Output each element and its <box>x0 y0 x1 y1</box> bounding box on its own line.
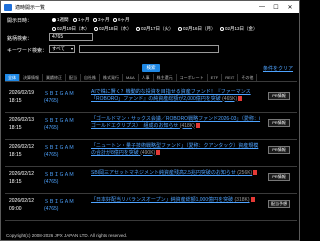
list-item: 2026/02/12 09:00 ＳＢＩＧＡＭ (4765) 「日本好配当リバラ… <box>5 196 297 218</box>
maximize-button[interactable]: ☐ <box>269 1 283 13</box>
radio-icon <box>178 26 182 31</box>
company-link[interactable]: ＳＢＩＧＡＭ <box>44 198 74 205</box>
pdf-icon <box>195 122 200 128</box>
period-option-1w[interactable]: 1週間 <box>52 17 69 23</box>
pr-info-button[interactable]: PR情報 <box>268 119 290 127</box>
company-link[interactable]: ＳＢＩＧＡＭ <box>44 90 74 97</box>
date-option-0217[interactable]: 02月17日（火） <box>136 26 174 32</box>
tab-forecast-revision[interactable]: 業績修正 <box>43 74 66 81</box>
date-option-0218[interactable]: 02月18日（水） <box>94 26 132 32</box>
company-link[interactable]: ＳＢＩＧＡＭ <box>44 117 74 124</box>
item-time: 18:15 <box>9 98 22 104</box>
pdf-icon <box>250 197 255 203</box>
tab-reit[interactable]: REIT <box>222 74 239 81</box>
radio-icon <box>93 17 97 22</box>
item-date: 2026/02/12 <box>9 171 35 177</box>
window-title: 適時開示一覧 <box>15 4 46 11</box>
divider <box>5 220 297 221</box>
code-label: 銘柄検索： <box>7 36 33 42</box>
company-link[interactable]: ＳＢＩＧＡＭ <box>44 171 74 178</box>
divider <box>5 193 297 194</box>
code-link[interactable]: (4765) <box>44 206 58 212</box>
tab-etf[interactable]: ETF <box>208 74 223 81</box>
search-button[interactable]: 検索 <box>142 64 160 72</box>
category-tabs: 全体 決算情報 業績修正 配当 自社株 株式発行 M&A 人事 株主還元 コーポ… <box>5 74 297 82</box>
close-button[interactable]: ✕ <box>283 1 297 13</box>
dividend-forecast-button[interactable]: 配当予想 <box>268 200 290 208</box>
pdf-icon <box>238 95 243 101</box>
code-link[interactable]: (4765) <box>44 98 58 104</box>
pdf-icon <box>253 170 258 176</box>
tab-all[interactable]: 全体 <box>5 74 20 81</box>
tab-dividend[interactable]: 配当 <box>66 74 81 81</box>
company-link[interactable]: ＳＢＩＧＡＭ <box>44 144 74 151</box>
headline-link[interactable]: AIで株に賢く？機動的な投資を目指せる資産ファンド！『ファーマンス「ROBORO… <box>91 89 261 102</box>
minimize-button[interactable]: — <box>255 1 269 13</box>
headline-link[interactable]: 「ゴールドマン・サックス会議／ROBORO戦略ファンド2026-03」（愛称：i… <box>91 116 261 129</box>
list-item: 2026/02/12 18:15 ＳＢＩＧＡＭ (4765) SBI岡三アセット… <box>5 169 297 191</box>
period-option-1m[interactable]: 1ヶ月 <box>73 17 90 23</box>
keyword-scope-select[interactable]: すべて ▾ <box>49 45 75 53</box>
divider <box>5 139 297 140</box>
item-date: 2026/02/13 <box>9 117 35 123</box>
pr-info-button[interactable]: PR情報 <box>268 146 290 154</box>
item-date: 2026/02/19 <box>9 90 35 96</box>
tab-earnings[interactable]: 決算情報 <box>20 74 43 81</box>
headline-link[interactable]: SBI岡三アセットマネジメント純資産残高2.5兆円突破のお知らせ (256K) <box>91 170 261 177</box>
clear-conditions-link[interactable]: 条件をクリア <box>263 65 293 72</box>
code-input[interactable]: 4765 <box>49 33 93 41</box>
item-time: 18:15 <box>9 179 22 185</box>
item-date: 2026/02/12 <box>9 144 35 150</box>
pr-info-button[interactable]: PR情報 <box>268 173 290 181</box>
list-item: 2026/02/12 18:15 ＳＢＩＧＡＭ (4765) 「ニュートン・量子… <box>5 142 297 164</box>
period-option-3m[interactable]: 3ヶ月 <box>93 17 110 23</box>
date-option-0213[interactable]: 02月13日（金） <box>220 26 258 32</box>
divider <box>5 112 297 113</box>
period-label: 開示日時： <box>7 18 33 24</box>
tab-shareholder-return[interactable]: 株主還元 <box>154 74 177 81</box>
list-item: 2026/02/13 18:15 ＳＢＩＧＡＭ (4765) 「ゴールドマン・サ… <box>5 115 297 137</box>
list-item: 2026/02/19 18:15 ＳＢＩＧＡＭ (4765) AIで株に賢く？機… <box>5 88 297 110</box>
headline-link[interactable]: 「ニュートン・量子技術戦略型ファンド」（愛称：クアンタック）資産規模の合計が8億… <box>91 143 261 156</box>
date-option-0216[interactable]: 02月16日（月） <box>178 26 216 32</box>
radio-icon <box>94 26 98 31</box>
app-icon <box>4 3 12 11</box>
chevron-down-icon: ▾ <box>70 46 73 51</box>
tab-stock-issuance[interactable]: 株式発行 <box>100 74 123 81</box>
radio-icon <box>52 26 56 31</box>
tab-buyback[interactable]: 自社株 <box>81 74 100 81</box>
tab-ma[interactable]: M&A <box>123 74 139 81</box>
window-controls: — ☐ ✕ <box>255 1 297 13</box>
radio-icon <box>113 17 117 22</box>
title-bar: 適時開示一覧 — ☐ ✕ <box>1 1 299 13</box>
keyword-input[interactable] <box>79 45 219 53</box>
code-link[interactable]: (4765) <box>44 152 58 158</box>
code-link[interactable]: (4765) <box>44 179 58 185</box>
radio-icon <box>52 17 56 22</box>
tab-personnel[interactable]: 人事 <box>139 74 154 81</box>
pdf-icon <box>156 149 161 155</box>
radio-icon <box>73 17 77 22</box>
item-time: 18:15 <box>9 125 22 131</box>
copyright-footer: Copyright(c) 2008-2026 JPX JAPAN LTD. Al… <box>6 233 128 238</box>
period-option-6m[interactable]: 6ヶ月 <box>113 17 130 23</box>
item-date: 2026/02/12 <box>9 198 35 204</box>
app-window: 適時開示一覧 — ☐ ✕ 開示日時： 1週間 1ヶ月 3ヶ月 6ヶ月 02月19… <box>0 0 300 241</box>
code-link[interactable]: (4765) <box>44 125 58 131</box>
keyword-label: キーワード検索： <box>7 48 48 54</box>
pr-info-button[interactable]: PR情報 <box>268 92 290 100</box>
tab-other[interactable]: その他 <box>238 74 258 81</box>
radio-icon <box>220 26 224 31</box>
divider <box>5 166 297 167</box>
date-option-0219[interactable]: 02月19日（木） <box>52 26 90 32</box>
item-time: 18:15 <box>9 152 22 158</box>
item-time: 09:00 <box>9 206 22 212</box>
tab-corporate[interactable]: コーポレート <box>177 74 208 81</box>
headline-link[interactable]: 「日本好配当リバランスオープン」純資産総額1,000億円を突破 (318K) <box>91 197 261 204</box>
radio-icon <box>136 26 140 31</box>
